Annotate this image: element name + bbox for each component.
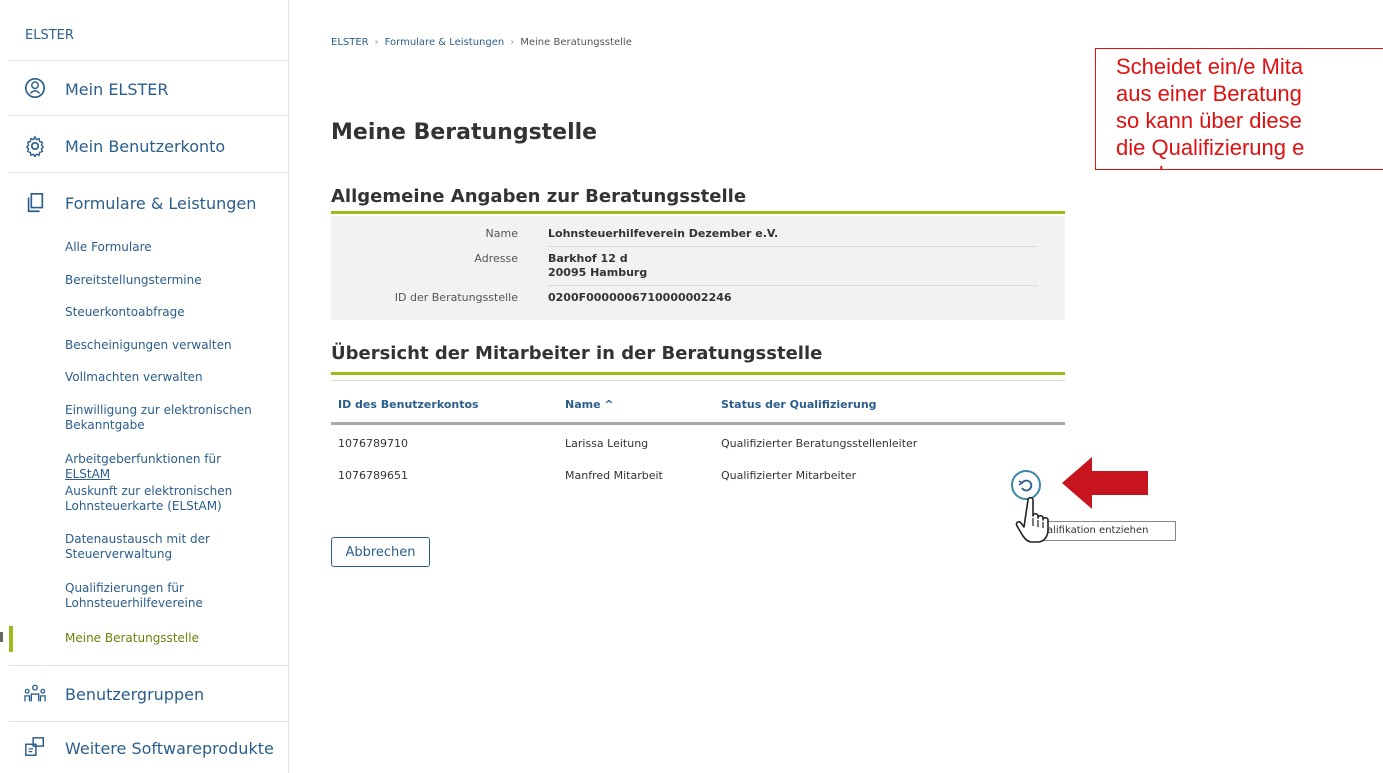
divider [548, 285, 1038, 286]
arrow-left-icon [1062, 457, 1148, 509]
cell-status: Qualifizierter Mitarbeiter [721, 469, 857, 482]
breadcrumb: ELSTER › Formulare & Leistungen › Meine Bera… [331, 37, 632, 48]
sidebar-subitem-qualifizierungen[interactable]: Qualifizierungen für Lohnsteuerhilfevere… [65, 581, 265, 611]
sidebar-subitem-datenaustausch[interactable]: Datenaustausch mit der Steuerverwaltung [65, 532, 265, 562]
info-value: 20095 Hamburg [548, 266, 648, 279]
cell-status: Qualifizierter Beratungsstellenleiter [721, 437, 918, 450]
edge-marker [0, 632, 3, 642]
annotation-callout: Scheidet ein/e Mita aus einer Beratung s… [1095, 48, 1383, 170]
sidebar-item-label: Mein ELSTER [65, 80, 169, 99]
cancel-button[interactable]: Abbrechen [331, 537, 430, 567]
chevron-right-icon: › [510, 37, 515, 48]
column-header-status[interactable]: Status der Qualifizierung [721, 398, 877, 411]
section-divider [331, 372, 1065, 375]
info-value: 0200F0000006710000002246 [548, 291, 732, 304]
info-label: ID der Beratungsstelle [394, 291, 518, 304]
column-header-id[interactable]: ID des Benutzerkontos [338, 398, 479, 411]
revoke-tooltip: alifikation entziehen [1034, 521, 1176, 541]
sidebar-subitem-label: Arbeitgeberfunktionen für [65, 452, 222, 466]
sidebar-subitem-arbeitgeberfunktionen[interactable]: Arbeitgeberfunktionen für ELStAM [65, 452, 265, 482]
section-title-staff: Übersicht der Mitarbeiter in der Beratun… [331, 343, 823, 364]
sidebar-item-mein-elster[interactable]: Mein ELSTER [9, 62, 289, 116]
info-label: Name [485, 227, 518, 240]
section-divider [331, 211, 1065, 214]
user-group-icon [24, 684, 46, 702]
active-indicator [9, 626, 13, 652]
breadcrumb-link[interactable]: Formulare & Leistungen [385, 37, 505, 48]
general-info-box: Name Lohnsteuerhilfeverein Dezember e.V.… [331, 216, 1065, 320]
sidebar-item-label: Benutzergruppen [65, 685, 205, 704]
divider [548, 246, 1038, 247]
sidebar-subitem-vollmachten[interactable]: Vollmachten verwalten [65, 370, 265, 385]
sidebar-home-label: ELSTER [25, 28, 74, 43]
sidebar-item-label: Mein Benutzerkonto [65, 137, 226, 156]
documents-icon [27, 193, 44, 213]
breadcrumb-current: Meine Beratungsstelle [520, 37, 632, 48]
sidebar-subitem-link: ELStAM [65, 467, 111, 481]
section-title-general: Allgemeine Angaben zur Beratungsstelle [331, 186, 747, 207]
sidebar-item-benutzergruppen[interactable]: Benutzergruppen [9, 665, 289, 722]
software-icon [25, 737, 44, 756]
callout-line: werden. [1116, 161, 1383, 169]
page-title: Meine Beratungstelle [331, 120, 598, 145]
chevron-right-icon: › [374, 37, 379, 48]
cell-name: Manfred Mitarbeit [565, 469, 663, 482]
info-label: Adresse [474, 252, 518, 265]
sidebar-subitem-steuerkontoabfrage[interactable]: Steuerkontoabfrage [65, 305, 265, 320]
sidebar-item-label: Formulare & Leistungen [65, 194, 257, 213]
sidebar-subitem-einwilligung[interactable]: Einwilligung zur elektronischen Bekanntg… [65, 403, 265, 433]
sidebar-subitem-bereitstellungstermine[interactable]: Bereitstellungstermine [65, 273, 265, 288]
sidebar-home[interactable]: ELSTER [9, 14, 289, 61]
info-value: Barkhof 12 d [548, 252, 628, 265]
column-header-name[interactable]: Name ^ [565, 398, 614, 411]
sidebar-subitem-auskunft[interactable]: Auskunft zur elektronischen Lohnsteuerka… [65, 484, 265, 514]
sidebar-subitem-meine-beratungsstelle[interactable]: Meine Beratungsstelle [65, 631, 265, 646]
table-top-border [331, 380, 1065, 381]
sidebar: ELSTER Mein ELSTER Mein Benutzerkonto Fo… [0, 0, 289, 773]
callout-line: aus einer Beratung [1116, 81, 1302, 106]
hand-cursor-icon [1015, 496, 1049, 543]
sidebar-item-label: Weitere Softwareprodukte [65, 739, 274, 758]
cell-id: 1076789651 [338, 469, 408, 482]
breadcrumb-link[interactable]: ELSTER [331, 37, 369, 48]
table-header-border [331, 422, 1065, 425]
sidebar-subitem-bescheinigungen[interactable]: Bescheinigungen verwalten [65, 338, 265, 353]
user-circle-icon [25, 78, 45, 98]
sidebar-item-formulare[interactable]: Formulare & Leistungen [9, 174, 289, 232]
sidebar-item-weitere-softwareprodukte[interactable]: Weitere Softwareprodukte [9, 723, 289, 773]
callout-line: Scheidet ein/e Mita [1116, 54, 1304, 79]
gear-icon [25, 135, 45, 157]
callout-line: die Qualifizierung e [1116, 135, 1305, 160]
sidebar-item-mein-benutzerkonto[interactable]: Mein Benutzerkonto [9, 117, 289, 173]
cell-name: Larissa Leitung [565, 437, 649, 450]
sidebar-subitem-alle-formulare[interactable]: Alle Formulare [65, 240, 265, 255]
undo-icon [1018, 479, 1033, 492]
cell-id: 1076789710 [338, 437, 408, 450]
callout-line: so kann über diese [1116, 108, 1302, 133]
info-value: Lohnsteuerhilfeverein Dezember e.V. [548, 227, 779, 240]
